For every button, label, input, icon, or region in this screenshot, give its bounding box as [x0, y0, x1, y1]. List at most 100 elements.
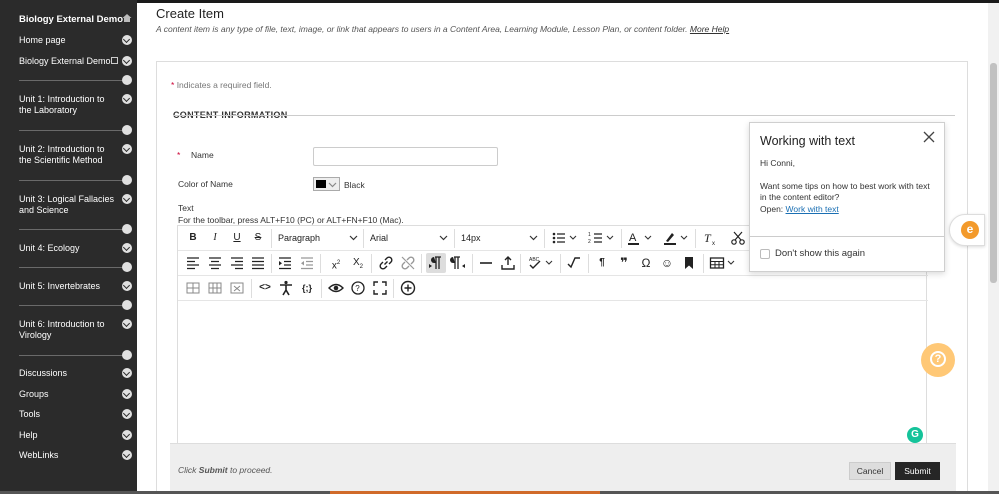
home-icon[interactable]	[122, 13, 132, 23]
text-color-icon[interactable]: A	[626, 230, 654, 246]
popover-greeting: Hi Conni,	[760, 158, 795, 168]
divider	[520, 254, 521, 273]
scrollbar[interactable]	[988, 3, 999, 494]
sidebar-item-unit-4[interactable]: Unit 4: Ecology	[19, 243, 119, 254]
sidebar-item-unit-6[interactable]: Unit 6: Introduction to Virology	[19, 319, 119, 341]
font-size-select[interactable]: 14px	[461, 230, 538, 246]
accessibility-icon[interactable]	[278, 280, 294, 296]
sidebar-item-unit-1[interactable]: Unit 1: Introduction to the Laboratory	[19, 94, 119, 116]
code-icon[interactable]: <>	[257, 280, 273, 296]
align-right-icon[interactable]	[230, 255, 244, 271]
page-description: A content item is any type of file, text…	[156, 24, 729, 34]
divider	[363, 229, 364, 248]
font-family-select[interactable]: Arial	[370, 230, 448, 246]
divider	[393, 279, 394, 298]
dont-show-checkbox[interactable]	[760, 249, 770, 259]
italic-icon[interactable]: I	[208, 230, 222, 246]
chevron-down-icon[interactable]	[122, 319, 132, 329]
scroll-thumb[interactable]	[990, 63, 997, 283]
preview-eye-icon[interactable]	[328, 280, 344, 296]
template-variable-icon[interactable]: {;}	[299, 280, 315, 296]
strikethrough-icon[interactable]: S	[251, 230, 265, 246]
chevron-down-icon[interactable]	[122, 368, 132, 378]
subscript-icon[interactable]: X2	[350, 255, 366, 271]
underline-icon[interactable]: U	[230, 230, 244, 246]
help-bubble[interactable]: ?	[921, 343, 955, 377]
more-help-link[interactable]: More Help	[690, 24, 729, 34]
chevron-down-icon[interactable]	[122, 281, 132, 291]
side-widget[interactable]: e	[949, 214, 985, 246]
sidebar-item-unit-2[interactable]: Unit 2: Introduction to the Scientific M…	[19, 144, 119, 166]
chevron-down-icon[interactable]	[122, 450, 132, 460]
close-icon[interactable]	[922, 130, 936, 144]
align-left-icon[interactable]	[186, 255, 200, 271]
ltr-direction-icon[interactable]	[426, 253, 446, 273]
chevron-down-icon[interactable]	[122, 389, 132, 399]
course-title[interactable]: Biology External Demo	[19, 14, 123, 25]
chevron-down-icon[interactable]	[122, 430, 132, 440]
clear-formatting-icon[interactable]: Tx	[702, 230, 718, 246]
blockquote-icon[interactable]: ❞	[616, 255, 632, 271]
indent-icon[interactable]	[278, 255, 292, 271]
sidebar-item-groups[interactable]: Groups	[19, 389, 119, 400]
chevron-down-icon	[328, 182, 337, 188]
outdent-icon[interactable]	[300, 255, 314, 271]
color-picker[interactable]	[313, 177, 340, 191]
submit-hint-prefix: Click	[178, 465, 197, 475]
insert-file-icon[interactable]	[500, 255, 516, 271]
work-with-text-link[interactable]: Work with text	[786, 204, 839, 214]
divider	[560, 254, 561, 273]
special-character-icon[interactable]: Ω	[638, 255, 654, 271]
link-icon[interactable]	[378, 255, 394, 271]
fullscreen-icon[interactable]	[372, 280, 388, 296]
submit-button[interactable]: Submit	[895, 462, 940, 480]
divider-handle-icon	[122, 125, 132, 135]
sidebar-item-help[interactable]: Help	[19, 430, 119, 441]
spellcheck-icon[interactable]: ABC	[527, 255, 555, 271]
chevron-down-icon[interactable]	[122, 56, 132, 66]
chevron-down-icon[interactable]	[122, 409, 132, 419]
superscript-icon[interactable]: x2	[328, 255, 344, 271]
table-insert-column-icon[interactable]	[208, 280, 222, 296]
grammarly-icon[interactable]: G	[907, 427, 923, 443]
bookmark-icon[interactable]	[681, 255, 697, 271]
table-icon[interactable]	[709, 255, 737, 271]
sidebar-item-home[interactable]: Home page	[19, 35, 119, 46]
paragraph-icon[interactable]: ¶	[594, 255, 610, 271]
table-delete-icon[interactable]	[230, 280, 244, 296]
numbered-list-icon[interactable]: 12	[588, 230, 616, 246]
sidebar-item-tools[interactable]: Tools	[19, 409, 119, 420]
chevron-down-icon[interactable]	[122, 35, 132, 45]
sidebar-item-weblinks[interactable]: WebLinks	[19, 450, 119, 461]
sidebar-item-unit-5[interactable]: Unit 5: Invertebrates	[19, 281, 119, 292]
cancel-button[interactable]: Cancel	[849, 462, 891, 480]
add-content-icon[interactable]	[399, 280, 417, 296]
bold-icon[interactable]: B	[186, 230, 200, 246]
sidebar-item-unit-3[interactable]: Unit 3: Logical Fallacies and Science	[19, 194, 119, 216]
highlight-color-icon[interactable]	[662, 230, 690, 246]
name-input[interactable]	[313, 147, 498, 166]
math-equation-icon[interactable]	[566, 255, 582, 271]
text-label: Text	[178, 203, 194, 213]
unlink-icon[interactable]	[400, 255, 416, 271]
align-center-icon[interactable]	[208, 255, 222, 271]
chevron-down-icon[interactable]	[122, 94, 132, 104]
bullet-list-icon[interactable]	[551, 230, 579, 246]
horizontal-rule-icon[interactable]	[478, 255, 494, 271]
svg-text:?: ?	[355, 284, 360, 293]
help-circle-icon[interactable]: ?	[350, 280, 366, 296]
sidebar-item-biology-demo[interactable]: Biology External Demo	[19, 56, 115, 67]
paragraph-select-value: Paragraph	[278, 233, 321, 243]
cut-icon[interactable]	[730, 230, 746, 246]
emoticon-icon[interactable]: ☺	[659, 255, 675, 271]
rtl-direction-icon[interactable]	[450, 255, 466, 271]
paragraph-select[interactable]: Paragraph	[278, 230, 358, 246]
table-insert-row-icon[interactable]	[186, 280, 200, 296]
svg-text:1: 1	[588, 232, 591, 238]
svg-text:A: A	[629, 232, 637, 244]
chevron-down-icon[interactable]	[122, 243, 132, 253]
sidebar-item-discussions[interactable]: Discussions	[19, 368, 119, 379]
chevron-down-icon[interactable]	[122, 194, 132, 204]
chevron-down-icon[interactable]	[122, 144, 132, 154]
align-justify-icon[interactable]	[251, 255, 265, 271]
